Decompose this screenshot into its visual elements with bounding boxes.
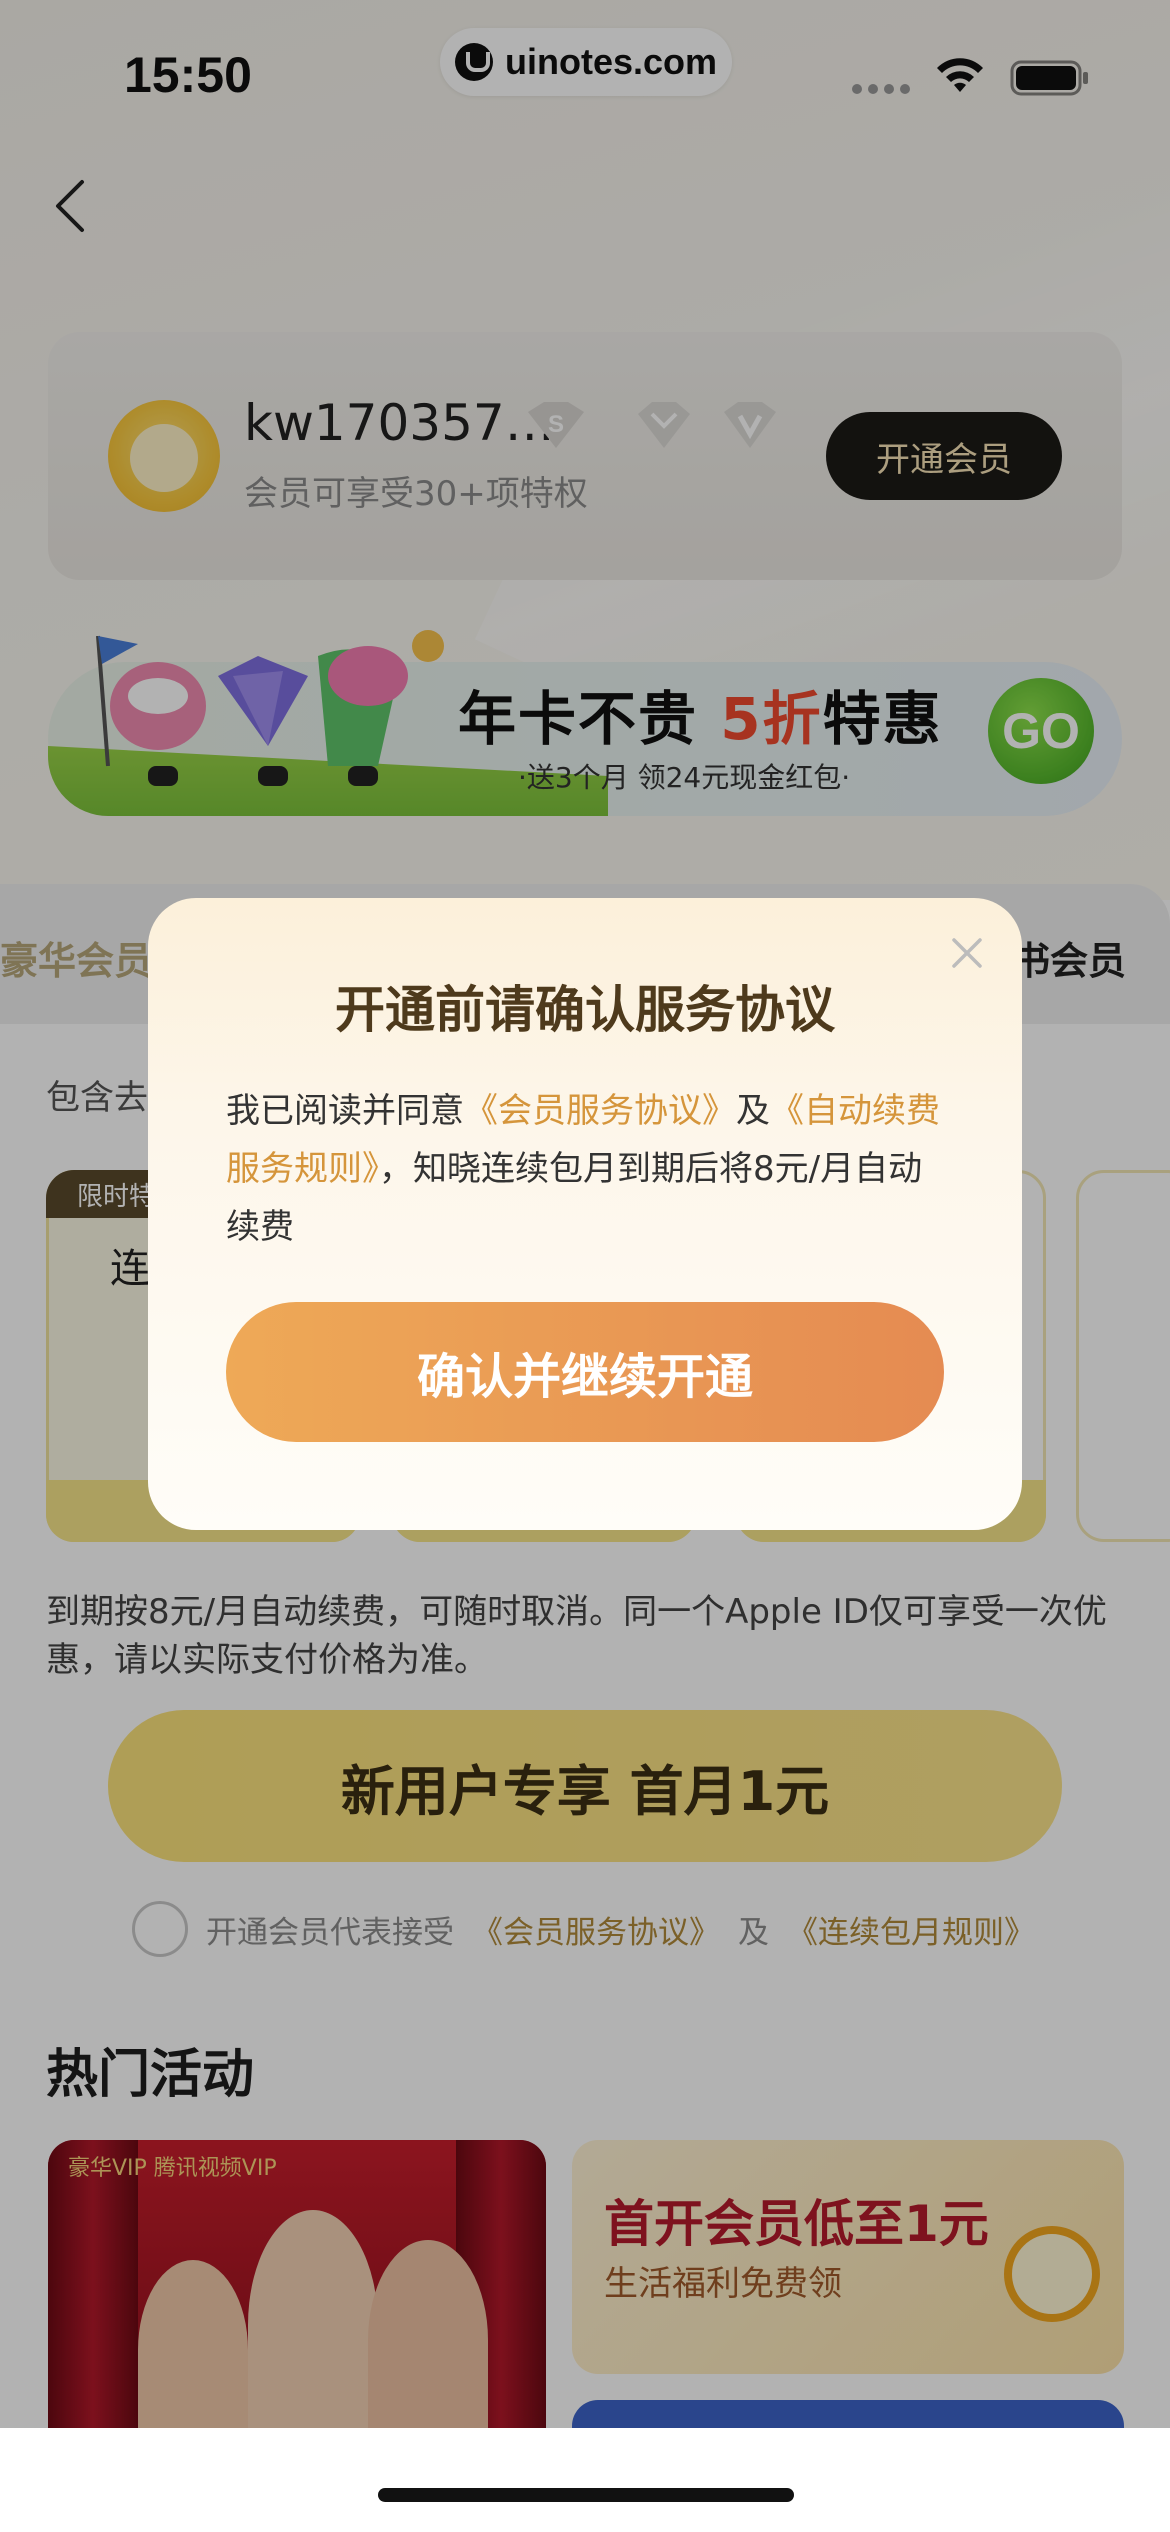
dialog-title: 开通前请确认服务协议 <box>335 981 835 1039</box>
confirm-continue-button[interactable]: 确认并继续开通 <box>226 1302 944 1442</box>
dialog-body-prefix: 我已阅读并同意 <box>226 1091 464 1131</box>
dialog-body-and: 及 <box>736 1091 770 1131</box>
home-indicator[interactable] <box>378 2488 794 2502</box>
close-icon[interactable] <box>946 932 988 974</box>
dialog-body: 我已阅读并同意《会员服务协议》及《自动续费服务规则》，知晓连续包月到期后将8元/… <box>226 1082 946 1256</box>
member-service-agreement-link[interactable]: 《会员服务协议》 <box>464 1091 736 1131</box>
home-indicator-area <box>0 2428 1170 2532</box>
